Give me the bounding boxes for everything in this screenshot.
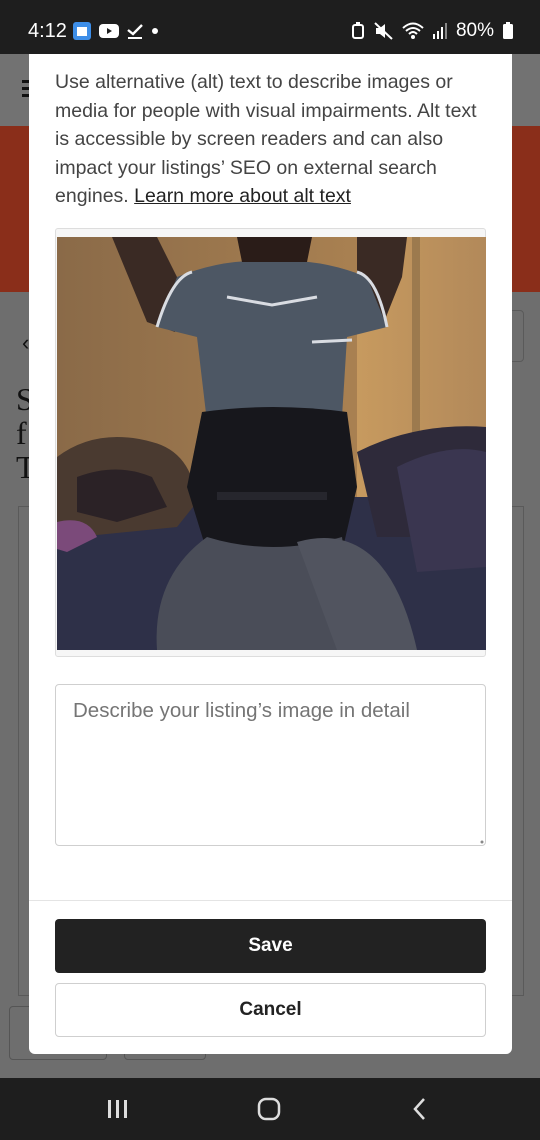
checkmark-icon [127, 24, 143, 39]
back-button[interactable] [398, 1094, 442, 1124]
android-nav-bar [0, 1078, 540, 1140]
alt-text-description: Use alternative (alt) text to describe i… [55, 68, 495, 211]
learn-more-link[interactable]: Learn more about alt text [134, 185, 351, 207]
modal-footer-divider [29, 900, 512, 901]
dot-icon [152, 28, 158, 34]
battery-icon [503, 22, 513, 39]
listing-image [57, 237, 486, 650]
calendar-app-icon [73, 22, 91, 40]
alt-text-modal: Use alternative (alt) text to describe i… [29, 54, 512, 1054]
cancel-button[interactable]: Cancel [55, 983, 486, 1037]
listing-image-frame [55, 228, 486, 657]
wifi-icon [402, 22, 424, 39]
back-icon [413, 1098, 425, 1120]
save-button[interactable]: Save [55, 919, 486, 973]
recent-apps-icon [108, 1100, 127, 1118]
home-icon [257, 1097, 281, 1121]
signal-icon [432, 23, 447, 39]
home-button[interactable] [247, 1094, 291, 1124]
status-bar: 4:12 80% [0, 0, 540, 54]
mute-icon [374, 22, 393, 40]
youtube-icon [99, 24, 119, 38]
recent-apps-button[interactable] [96, 1094, 140, 1124]
alt-text-input[interactable] [55, 684, 486, 846]
status-time: 4:12 [28, 20, 67, 42]
textarea-resize-handle[interactable] [480, 840, 484, 844]
battery-percent: 80% [455, 20, 494, 41]
alarm-icon [351, 22, 364, 39]
